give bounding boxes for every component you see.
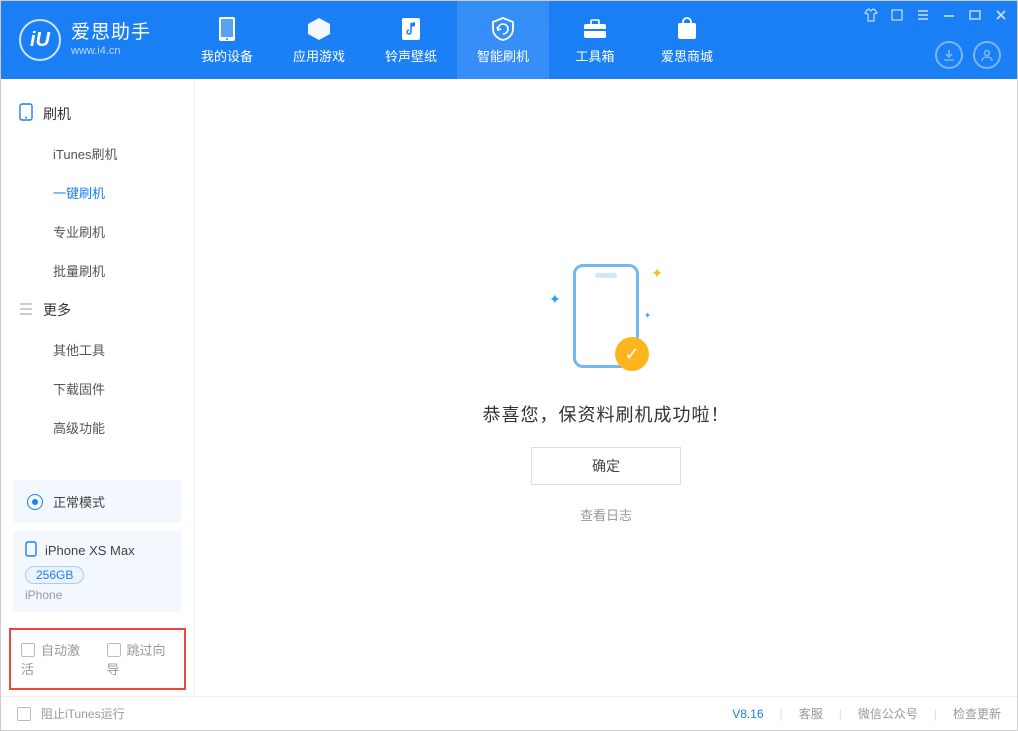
version-label: V8.16 (732, 707, 763, 721)
checkbox-icon (107, 643, 121, 657)
box-icon[interactable] (889, 7, 905, 23)
success-message: 恭喜您，保资料刷机成功啦！ (483, 401, 730, 427)
device-storage-badge: 256GB (25, 566, 84, 584)
separator: | (780, 707, 783, 721)
main-content: ✦ ✦ ✦ ✓ 恭喜您，保资料刷机成功啦！ 确定 查看日志 (195, 79, 1017, 696)
nav-ringtone-wallpaper[interactable]: 铃声壁纸 (365, 1, 457, 79)
minimize-button[interactable] (941, 7, 957, 23)
result-panel: ✦ ✦ ✦ ✓ 恭喜您，保资料刷机成功啦！ 确定 查看日志 (483, 251, 730, 524)
menu-icon[interactable] (915, 7, 931, 23)
view-log-link[interactable]: 查看日志 (580, 505, 632, 524)
app-subtitle: www.i4.cn (71, 45, 151, 58)
footer-links: V8.16 | 客服 | 微信公众号 | 检查更新 (732, 705, 1001, 722)
app-title: 爱思助手 (71, 22, 151, 45)
options-row: 自动激活 跳过向导 (9, 628, 186, 690)
separator: | (934, 707, 937, 721)
sidebar-section-flash: 刷机 (1, 93, 194, 134)
header-right-buttons (935, 41, 1001, 69)
checkbox-icon (17, 707, 31, 721)
nav-label: 铃声壁纸 (385, 46, 437, 65)
sidebar-item-advanced[interactable]: 高级功能 (1, 408, 194, 447)
close-button[interactable] (993, 7, 1009, 23)
success-illustration: ✦ ✦ ✦ ✓ (531, 251, 681, 381)
window-controls (863, 7, 1009, 23)
phone-small-icon (25, 541, 37, 560)
sidebar-item-itunes-flash[interactable]: iTunes刷机 (1, 134, 194, 173)
nav-label: 我的设备 (201, 46, 253, 65)
device-icon (19, 103, 33, 124)
sparkle-icon: ✦ (651, 265, 663, 282)
nav-label: 智能刷机 (477, 46, 529, 65)
auto-activate-checkbox[interactable]: 自动激活 (21, 640, 89, 678)
sidebar-item-batch-flash[interactable]: 批量刷机 (1, 251, 194, 290)
checkbox-label: 阻止iTunes运行 (41, 705, 125, 722)
logo-text: 爱思助手 www.i4.cn (71, 22, 151, 58)
sidebar-item-other-tools[interactable]: 其他工具 (1, 330, 194, 369)
nav-my-device[interactable]: 我的设备 (181, 1, 273, 79)
logo-area: iU 爱思助手 www.i4.cn (19, 19, 151, 61)
nav-label: 爱思商城 (661, 46, 713, 65)
sidebar: 刷机 iTunes刷机 一键刷机 专业刷机 批量刷机 更多 其他工具 下载固件 … (1, 79, 195, 696)
user-button[interactable] (973, 41, 1001, 69)
bag-icon (674, 16, 700, 42)
wechat-link[interactable]: 微信公众号 (858, 705, 918, 722)
app-window: iU 爱思助手 www.i4.cn 我的设备 应用游戏 铃声壁纸 智能刷机 (0, 0, 1018, 731)
nav-apps-games[interactable]: 应用游戏 (273, 1, 365, 79)
mode-card[interactable]: 正常模式 (13, 480, 182, 523)
mode-label: 正常模式 (53, 492, 105, 511)
nav-label: 工具箱 (576, 46, 615, 65)
maximize-button[interactable] (967, 7, 983, 23)
sidebar-item-download-firmware[interactable]: 下载固件 (1, 369, 194, 408)
nav-smart-flash[interactable]: 智能刷机 (457, 1, 549, 79)
device-name: iPhone XS Max (45, 543, 135, 558)
sparkle-icon: ✦ (644, 311, 651, 320)
toolbox-icon (582, 16, 608, 42)
nav-toolbox[interactable]: 工具箱 (549, 1, 641, 79)
checkbox-icon (21, 643, 35, 657)
block-itunes-checkbox[interactable]: 阻止iTunes运行 (17, 705, 125, 722)
nav-label: 应用游戏 (293, 46, 345, 65)
section-label: 更多 (43, 300, 71, 320)
nav-store[interactable]: 爱思商城 (641, 1, 733, 79)
sidebar-section-more: 更多 (1, 290, 194, 330)
cube-icon (306, 16, 332, 42)
body: 刷机 iTunes刷机 一键刷机 专业刷机 批量刷机 更多 其他工具 下载固件 … (1, 79, 1017, 696)
confirm-button[interactable]: 确定 (531, 447, 681, 485)
shield-refresh-icon (490, 16, 516, 42)
nav: 我的设备 应用游戏 铃声壁纸 智能刷机 工具箱 爱思商城 (181, 1, 733, 79)
list-icon (19, 302, 33, 318)
header: iU 爱思助手 www.i4.cn 我的设备 应用游戏 铃声壁纸 智能刷机 (1, 1, 1017, 79)
mode-icon (27, 494, 43, 510)
support-link[interactable]: 客服 (799, 705, 823, 722)
download-button[interactable] (935, 41, 963, 69)
sidebar-item-oneclick-flash[interactable]: 一键刷机 (1, 173, 194, 212)
skip-guide-checkbox[interactable]: 跳过向导 (107, 640, 175, 678)
check-icon: ✓ (615, 337, 649, 371)
separator: | (839, 707, 842, 721)
device-title: iPhone XS Max (25, 541, 170, 560)
device-card[interactable]: iPhone XS Max 256GB iPhone (13, 531, 182, 612)
shirt-icon[interactable] (863, 7, 879, 23)
section-label: 刷机 (43, 104, 71, 124)
footer: 阻止iTunes运行 V8.16 | 客服 | 微信公众号 | 检查更新 (1, 696, 1017, 730)
check-update-link[interactable]: 检查更新 (953, 705, 1001, 722)
device-type: iPhone (25, 588, 170, 602)
sidebar-item-pro-flash[interactable]: 专业刷机 (1, 212, 194, 251)
logo-icon: iU (19, 19, 61, 61)
sparkle-icon: ✦ (549, 291, 561, 308)
phone-icon (214, 16, 240, 42)
note-icon (398, 16, 424, 42)
